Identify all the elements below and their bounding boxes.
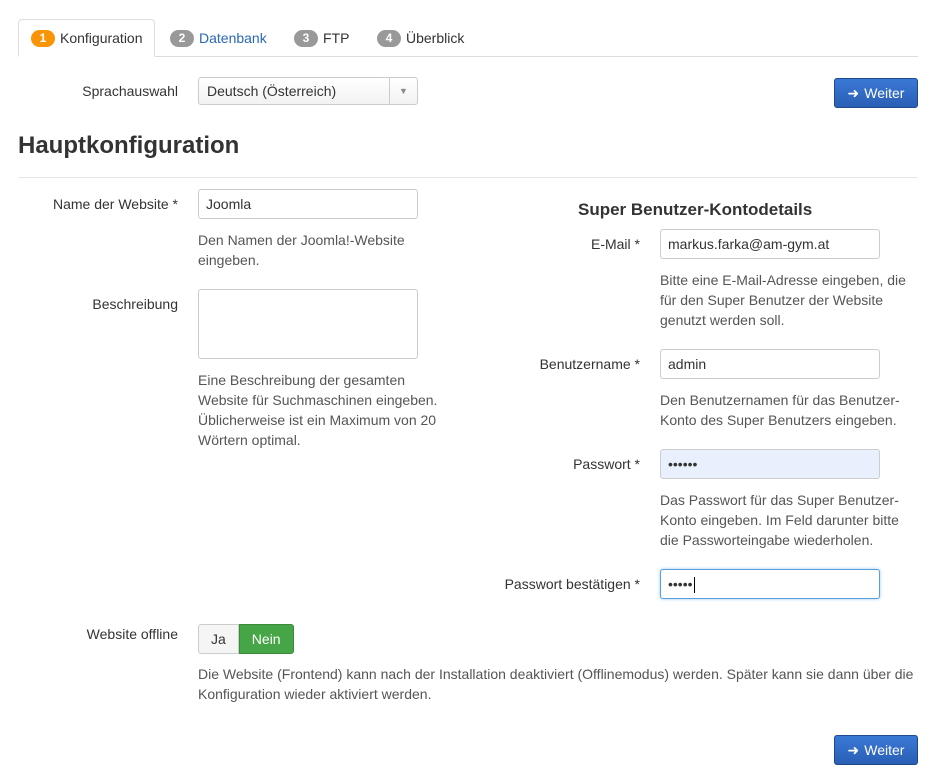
language-select[interactable]: Deutsch (Österreich) ▼ <box>198 77 418 105</box>
site-name-label: Name der Website * <box>52 196 178 212</box>
tab-ftp[interactable]: 3 FTP <box>282 19 361 57</box>
offline-label: Website offline <box>86 626 178 642</box>
tab-datenbank[interactable]: 2 Datenbank <box>158 19 279 57</box>
site-name-help: Den Namen der Joomla!-Website eingeben. <box>198 232 405 268</box>
chevron-down-icon: ▼ <box>389 78 417 104</box>
page-title: Hauptkonfiguration <box>18 132 240 159</box>
next-button-label: Weiter <box>864 742 905 758</box>
step-badge: 3 <box>294 29 318 47</box>
super-user-heading: Super Benutzer-Kontodetails <box>578 200 813 219</box>
language-selected: Deutsch (Österreich) <box>207 83 337 99</box>
next-button-label: Weiter <box>864 85 905 101</box>
username-input[interactable]: admin <box>660 349 880 379</box>
username-help: Den Benutzernamen für das Benutzer-Konto… <box>660 392 900 428</box>
language-label: Sprachauswahl <box>82 83 178 99</box>
tab-ueberblick[interactable]: 4 Überblick <box>365 19 476 57</box>
password-confirm-label: Passwort bestätigen * <box>504 576 640 592</box>
email-label: E-Mail * <box>590 236 640 252</box>
description-textarea[interactable] <box>198 289 418 359</box>
password-input[interactable]: •••••• <box>660 449 880 479</box>
password-label: Passwort * <box>573 456 640 472</box>
description-label: Beschreibung <box>92 296 178 312</box>
site-name-input[interactable]: Joomla <box>198 189 418 219</box>
step-badge: 1 <box>31 29 55 47</box>
tab-konfiguration[interactable]: 1 Konfiguration <box>18 19 155 57</box>
password-confirm-input[interactable]: ••••• <box>660 569 880 599</box>
tab-label: Überblick <box>406 30 465 46</box>
email-input[interactable]: markus.farka@am-gym.at <box>660 229 880 259</box>
next-button-bottom[interactable]: ➜ Weiter <box>834 735 918 765</box>
text-caret <box>693 577 695 594</box>
email-help: Bitte eine E-Mail-Adresse eingeben, die … <box>660 272 906 328</box>
tab-label: Datenbank <box>199 30 267 46</box>
step-badge: 2 <box>170 29 194 47</box>
step-badge: 4 <box>377 29 401 47</box>
next-button-top[interactable]: ➜ Weiter <box>834 78 918 108</box>
arrow-right-icon: ➜ <box>847 84 860 101</box>
arrow-right-icon: ➜ <box>847 741 860 758</box>
offline-help: Die Website (Frontend) kann nach der Ins… <box>198 666 914 702</box>
password-confirm-value: ••••• <box>668 576 693 592</box>
offline-toggle[interactable]: Ja Nein <box>198 624 294 654</box>
section-divider <box>18 177 918 178</box>
tab-label: FTP <box>323 30 350 46</box>
username-label: Benutzername * <box>539 356 640 372</box>
password-help: Das Passwort für das Super Benutzer-Kont… <box>660 492 899 548</box>
description-help: Eine Beschreibung der gesamten Website f… <box>198 372 438 448</box>
tab-label: Konfiguration <box>60 30 143 46</box>
offline-option-ja[interactable]: Ja <box>198 624 239 654</box>
offline-option-nein[interactable]: Nein <box>238 624 294 654</box>
